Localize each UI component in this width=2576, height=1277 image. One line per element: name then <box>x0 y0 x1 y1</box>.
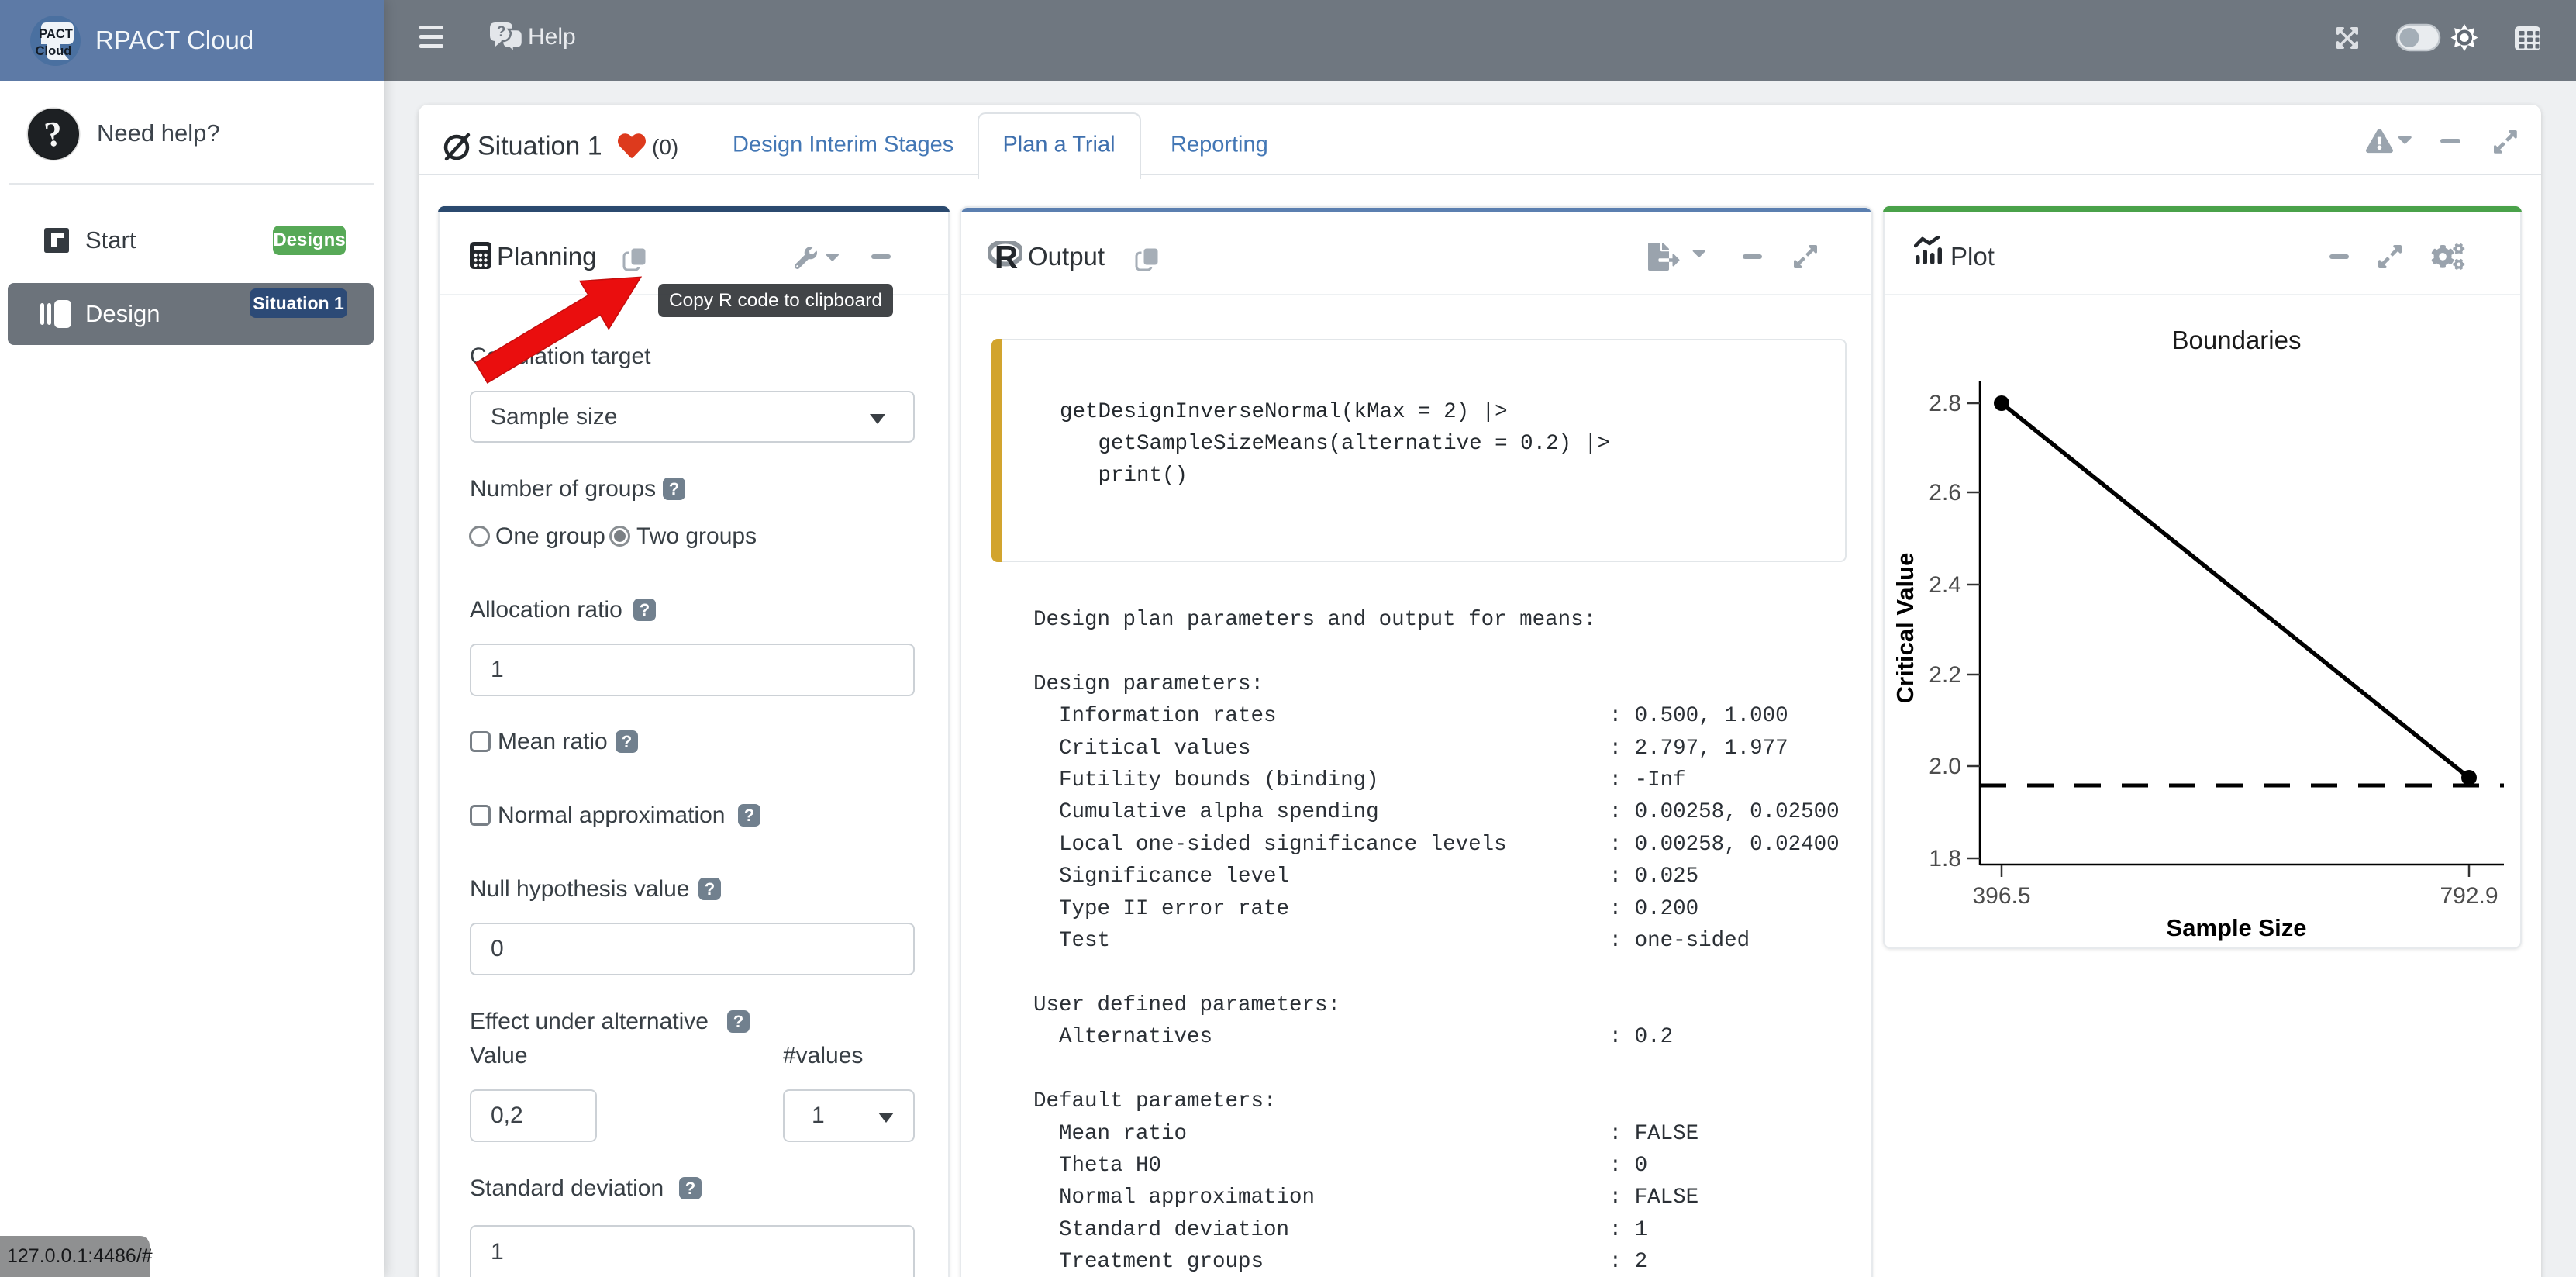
svg-text:Cloud: Cloud <box>36 44 72 58</box>
svg-text:2.0: 2.0 <box>1929 754 1961 779</box>
svg-text:792.9: 792.9 <box>2440 883 2498 909</box>
svg-text:2.8: 2.8 <box>1929 391 1961 416</box>
svg-text:396.5: 396.5 <box>1972 883 2030 909</box>
svg-text:R: R <box>995 241 1018 269</box>
svg-text:Critical Value: Critical Value <box>1891 553 1919 704</box>
svg-text:?: ? <box>497 24 506 40</box>
svg-text:2.6: 2.6 <box>1929 480 1961 506</box>
svg-text:2.4: 2.4 <box>1929 572 1961 598</box>
svg-text:2.2: 2.2 <box>1929 662 1961 688</box>
svg-text:Sample Size: Sample Size <box>2167 914 2307 941</box>
svg-text:PACT: PACT <box>39 27 73 41</box>
svg-text:Boundaries: Boundaries <box>2172 326 2302 354</box>
svg-text:1.8: 1.8 <box>1929 846 1961 871</box>
